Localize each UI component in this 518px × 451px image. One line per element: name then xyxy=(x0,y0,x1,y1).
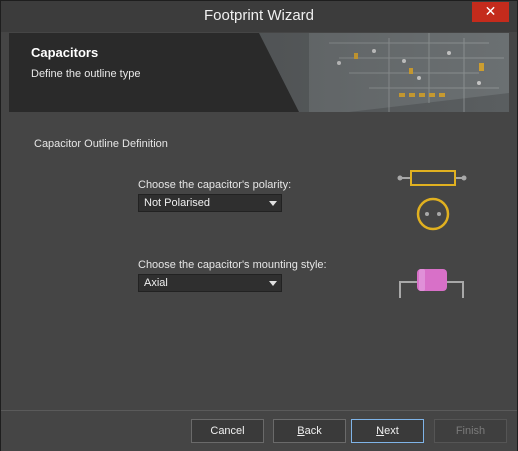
wizard-content: Capacitor Outline Definition Choose the … xyxy=(9,112,509,409)
header-banner: Capacitors Define the outline type xyxy=(9,33,509,112)
next-button[interactable]: Next xyxy=(351,419,424,443)
chevron-down-icon xyxy=(269,281,277,286)
non-polarised-capacitor-icon xyxy=(397,170,467,231)
section-title: Capacitor Outline Definition xyxy=(34,138,168,150)
back-button[interactable]: Back xyxy=(273,419,346,443)
back-label-rest: ack xyxy=(304,425,322,437)
polarity-select-value: Not Polarised xyxy=(144,197,211,209)
window-title: Footprint Wizard xyxy=(203,7,315,24)
polarity-label: Choose the capacitor's polarity: xyxy=(138,179,292,191)
mounting-select[interactable]: Axial xyxy=(138,274,282,292)
close-icon: ✕ xyxy=(484,4,497,20)
next-mnemonic: N xyxy=(376,425,385,437)
button-bar: Cancel Back Next Finish xyxy=(1,410,517,451)
close-button[interactable]: ✕ xyxy=(472,2,509,22)
polarity-select[interactable]: Not Polarised xyxy=(138,194,282,212)
finish-button[interactable]: Finish xyxy=(434,419,507,443)
banner-title: Capacitors xyxy=(31,45,99,60)
mounting-label: Choose the capacitor's mounting style: xyxy=(138,259,327,271)
title-bar: Footprint Wizard ✕ xyxy=(1,1,517,32)
footprint-wizard-window: Footprint Wizard ✕ Capacitors Define the… xyxy=(0,0,518,451)
axial-capacitor-icon xyxy=(399,269,464,298)
back-mnemonic: B xyxy=(297,425,305,437)
mounting-select-value: Axial xyxy=(144,277,168,289)
chevron-down-icon xyxy=(269,201,277,206)
banner-subtitle: Define the outline type xyxy=(31,68,141,80)
cancel-button[interactable]: Cancel xyxy=(191,419,264,443)
next-label-rest: ext xyxy=(384,425,399,437)
